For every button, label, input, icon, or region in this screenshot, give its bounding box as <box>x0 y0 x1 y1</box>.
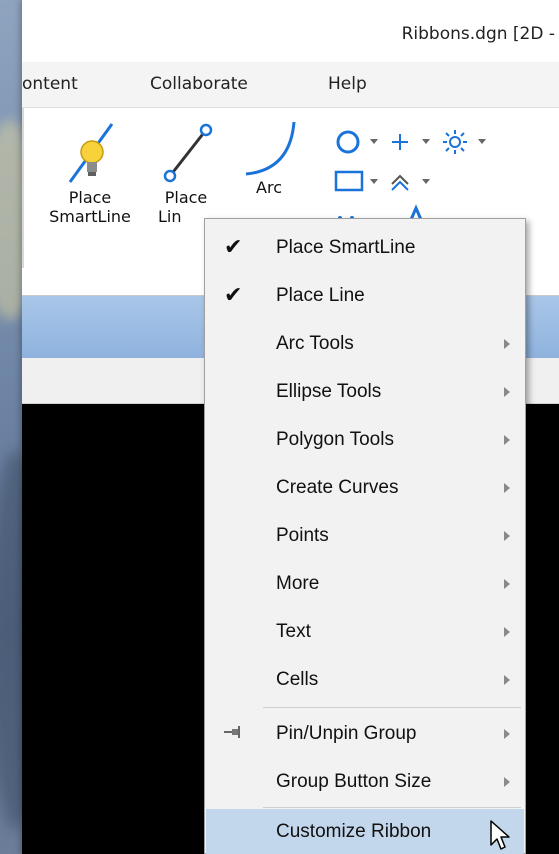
menu-item-ellipse-tools[interactable]: Ellipse Tools <box>206 369 524 415</box>
menu-item-text[interactable]: Text <box>206 609 524 655</box>
ribbon-context-menu: ✔ Place SmartLine ✔ Place Line Arc Tools… <box>204 218 526 854</box>
submenu-arrow-icon <box>504 387 510 397</box>
menu-item-create-curves[interactable]: Create Curves <box>206 465 524 511</box>
checkmark-icon: ✔ <box>224 282 243 307</box>
menu-item-label: Customize Ribbon <box>276 821 432 842</box>
menu-help[interactable]: Help <box>328 74 367 94</box>
window-title: Ribbons.dgn [2D - <box>401 24 555 44</box>
circle-icon <box>336 130 360 154</box>
title-bar: Ribbons.dgn [2D - <box>22 0 559 62</box>
chevron-stack-icon <box>391 174 409 191</box>
place-line-button[interactable]: Place Lin <box>154 120 218 226</box>
smartline-bulb-icon <box>68 123 114 183</box>
submenu-arrow-icon <box>504 729 510 739</box>
menu-item-polygon-tools[interactable]: Polygon Tools <box>206 417 524 463</box>
menu-item-label: Place SmartLine <box>276 237 416 258</box>
menu-item-cells[interactable]: Cells <box>206 657 524 703</box>
menu-item-label: Group Button Size <box>276 771 432 792</box>
ribbon-divider <box>22 108 24 268</box>
place-line-icon <box>163 123 213 183</box>
submenu-arrow-icon <box>504 777 510 787</box>
menu-content[interactable]: ontent <box>22 74 78 94</box>
submenu-arrow-icon <box>504 339 510 349</box>
submenu-arrow-icon <box>504 579 510 589</box>
tool-label-line1: Place <box>68 188 112 207</box>
submenu-arrow-icon <box>504 483 510 493</box>
menu-item-place-smartline[interactable]: ✔ Place SmartLine <box>206 225 524 271</box>
menu-item-label: Pin/Unpin Group <box>276 723 417 744</box>
tool-label-line2: SmartLine <box>49 207 131 226</box>
menu-item-customize-ribbon[interactable]: Customize Ribbon <box>206 809 524 854</box>
menu-item-label: Ellipse Tools <box>276 381 382 402</box>
pin-icon <box>224 726 240 738</box>
place-smartline-button[interactable]: Place SmartLine <box>40 120 140 226</box>
rectangle-icon <box>334 170 364 192</box>
ribbon-small-tools[interactable] <box>330 122 552 232</box>
menu-item-place-line[interactable]: ✔ Place Line <box>206 273 524 319</box>
menu-item-label: Polygon Tools <box>276 429 394 450</box>
menu-item-label: Create Curves <box>276 477 399 498</box>
menu-item-label: Arc Tools <box>276 333 354 354</box>
menu-separator <box>263 807 521 808</box>
tool-label-line1: Arc <box>256 178 282 197</box>
submenu-arrow-icon <box>504 531 510 541</box>
menu-item-points[interactable]: Points <box>206 513 524 559</box>
menu-item-group-button-size[interactable]: Group Button Size <box>206 759 524 805</box>
submenu-arrow-icon <box>504 675 510 685</box>
menu-item-arc-tools[interactable]: Arc Tools <box>206 321 524 367</box>
checkmark-icon: ✔ <box>224 234 243 259</box>
menu-collaborate[interactable]: Collaborate <box>150 74 248 94</box>
tool-label-line1: Place <box>164 188 208 207</box>
menu-item-label: Cells <box>276 669 319 690</box>
menu-separator <box>263 707 521 708</box>
menu-item-label: Points <box>276 525 329 546</box>
sun-icon <box>443 130 467 154</box>
menu-bar: ontent Collaborate Help <box>22 62 559 108</box>
arc-tools-button[interactable]: Arc <box>234 118 304 197</box>
menu-item-more[interactable]: More <box>206 561 524 607</box>
menu-item-pin-unpin-group[interactable]: Pin/Unpin Group <box>206 711 524 757</box>
arc-icon <box>245 121 296 176</box>
menu-item-label: More <box>276 573 320 594</box>
menu-item-label: Place Line <box>276 285 365 306</box>
submenu-arrow-icon <box>504 627 510 637</box>
menu-item-label: Text <box>276 621 311 642</box>
mouse-pointer-icon <box>490 820 510 850</box>
submenu-arrow-icon <box>504 435 510 445</box>
